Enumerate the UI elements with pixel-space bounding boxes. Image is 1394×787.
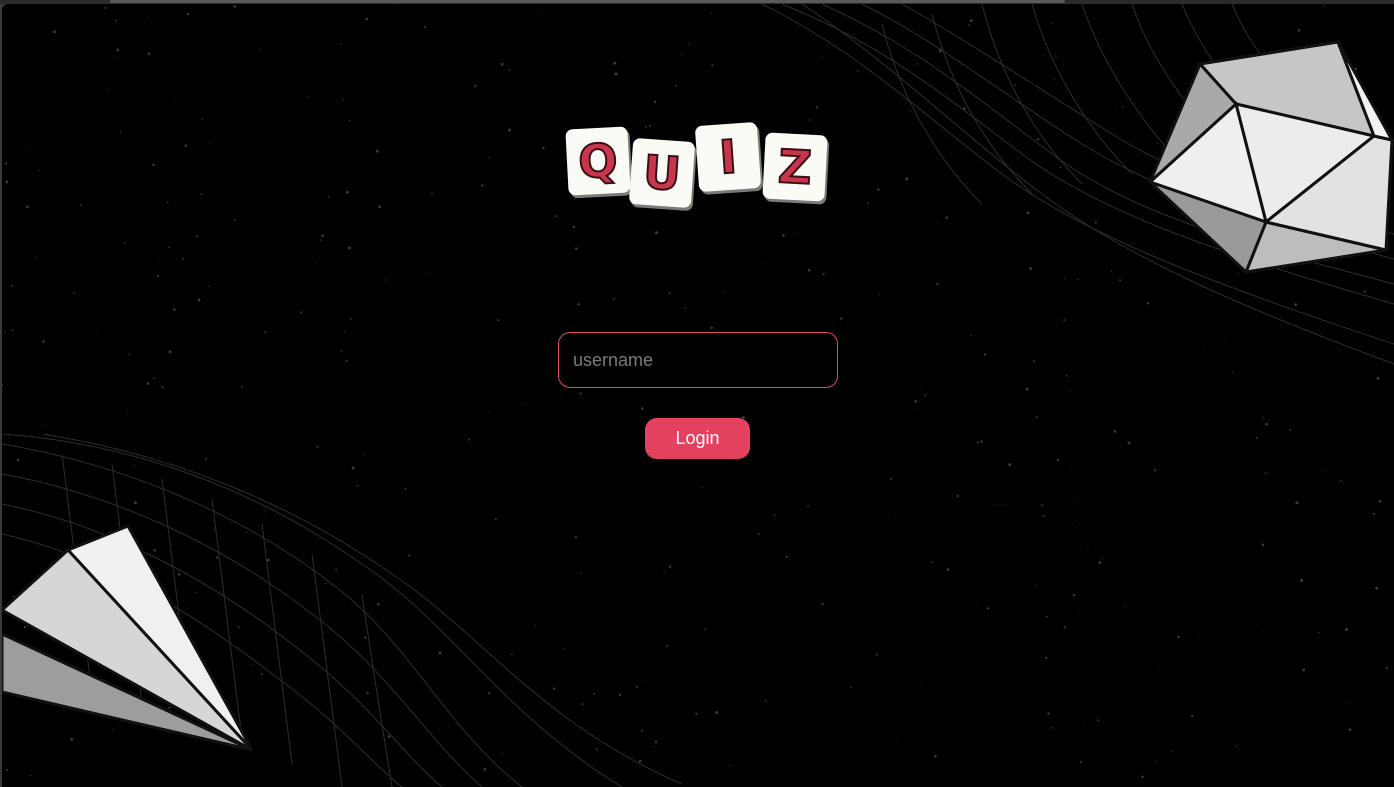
logo-tile-i: I bbox=[694, 121, 762, 193]
paper-plane-icon bbox=[2, 524, 254, 752]
logo-tile-u: U bbox=[628, 137, 696, 209]
quiz-logo: Q U I Z bbox=[563, 118, 835, 214]
logo-tile-q: Q bbox=[565, 126, 631, 196]
username-input[interactable] bbox=[558, 332, 838, 388]
quiz-login-screen: Q U I Z bbox=[2, 4, 1394, 787]
logo-tile-z: Z bbox=[762, 132, 828, 202]
login-button[interactable]: Login bbox=[645, 418, 750, 459]
icosahedron-icon bbox=[1147, 40, 1394, 275]
